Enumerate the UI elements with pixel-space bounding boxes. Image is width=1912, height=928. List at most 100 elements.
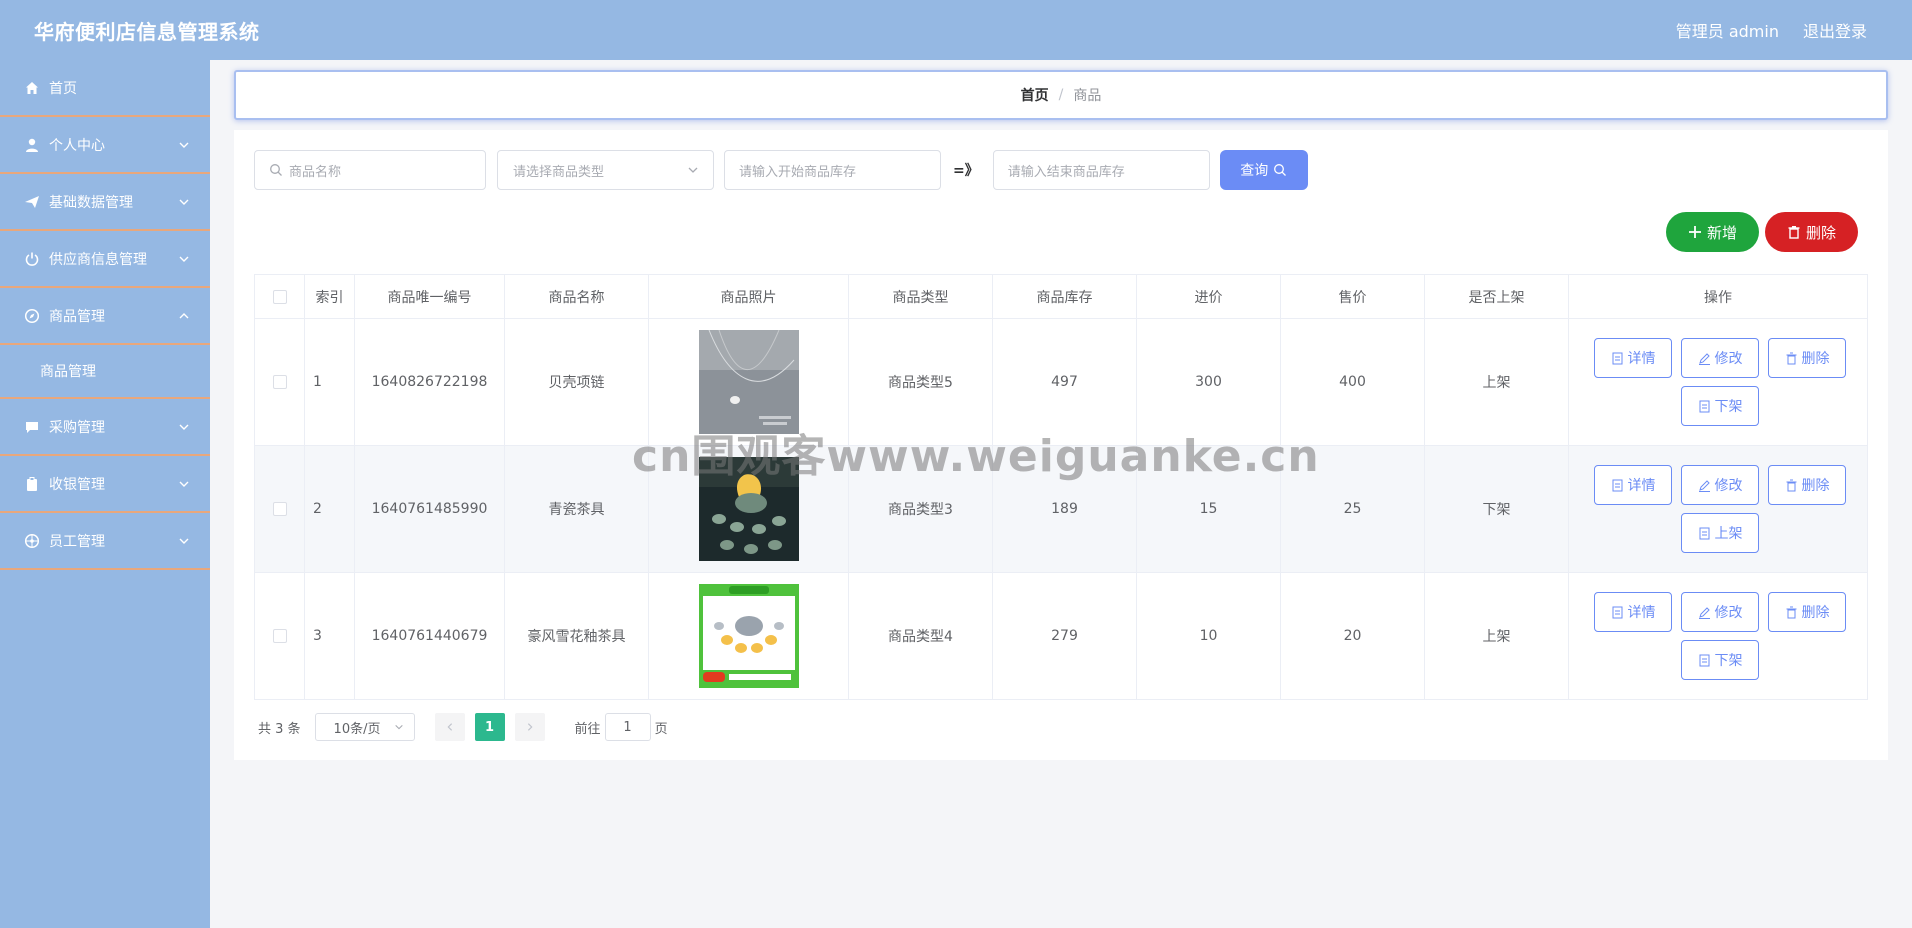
row-checkbox[interactable]	[272, 502, 287, 516]
edit-button[interactable]: 修改	[1681, 465, 1759, 505]
sidebar-item-profile[interactable]: 个人中心	[0, 117, 210, 174]
col-header: 商品照片	[648, 274, 849, 319]
header-actions: 管理员 admin 退出登录	[1676, 18, 1867, 42]
cell-index: 3	[304, 572, 355, 700]
plus-icon	[1688, 226, 1701, 238]
chevron-down-icon	[179, 142, 189, 148]
chevron-down-icon	[179, 538, 189, 544]
row-checkbox[interactable]	[272, 375, 287, 389]
stock-end-input[interactable]: 请输入结束商品库存	[992, 150, 1210, 190]
sidebar-item-cashier[interactable]: 收银管理	[0, 456, 210, 513]
cell-index: 2	[304, 445, 355, 573]
select-all-checkbox[interactable]	[272, 289, 287, 304]
sidebar-subitem-goods[interactable]: 商品管理	[0, 345, 210, 399]
search-icon	[270, 164, 282, 176]
breadcrumb: 首页 / 商品	[234, 70, 1888, 120]
goto-page: 前往 1 页	[575, 713, 668, 741]
col-header: 售价	[1280, 274, 1425, 319]
goods-table: 索引 商品唯一编号 商品名称 商品照片 商品类型 商品库存 进价 售价 是否上架…	[254, 274, 1868, 700]
goods-type-select[interactable]: 请选择商品类型	[497, 150, 714, 190]
cell-name: 青瓷茶具	[504, 445, 649, 573]
query-button[interactable]: 查询	[1219, 150, 1308, 190]
page-number-current[interactable]: 1	[474, 713, 505, 741]
add-label: 新增	[1706, 223, 1737, 242]
detail-button[interactable]: 详情	[1594, 592, 1672, 632]
row-select-cell	[254, 445, 305, 573]
col-header: 商品库存	[992, 274, 1137, 319]
sidebar-item-staff[interactable]: 员工管理	[0, 513, 210, 570]
product-photo-snow-tea-set[interactable]	[698, 584, 799, 688]
next-page-button[interactable]	[514, 713, 545, 741]
toggle-shelf-button[interactable]: 下架	[1681, 640, 1759, 680]
delete-button[interactable]: 删除	[1768, 592, 1846, 632]
toggle-shelf-label: 上架	[1714, 526, 1743, 542]
sidebar-item-label: 员工管理	[49, 533, 105, 550]
cell-price: 25	[1280, 445, 1425, 573]
breadcrumb-home[interactable]: 首页	[1021, 85, 1049, 105]
chevron-down-icon	[394, 724, 403, 730]
delete-button[interactable]: 删除	[1768, 465, 1846, 505]
stock-start-input[interactable]: 请输入开始商品库存	[724, 150, 941, 190]
cell-code: 1640761440679	[354, 572, 505, 700]
range-symbol: =》	[953, 163, 979, 179]
detail-button[interactable]: 详情	[1594, 338, 1672, 378]
toggle-shelf-button[interactable]: 上架	[1681, 513, 1759, 553]
admin-label[interactable]: 管理员 admin	[1676, 18, 1779, 42]
col-header: 索引	[304, 274, 355, 319]
sidebar-item-supplier[interactable]: 供应商信息管理	[0, 231, 210, 288]
chevron-down-icon	[179, 199, 189, 205]
col-header: 商品类型	[848, 274, 993, 319]
goto-label: 前往	[574, 721, 601, 737]
query-label: 查询	[1240, 163, 1269, 179]
detail-label: 详情	[1627, 605, 1656, 621]
sidebar-item-purchase[interactable]: 采购管理	[0, 399, 210, 456]
app-title: 华府便利店信息管理系统	[34, 19, 260, 44]
edit-label: 修改	[1714, 605, 1743, 621]
content-panel: 商品名称 请选择商品类型 请输入开始商品库存 =》 请输入结束商品库存 查询 新…	[234, 130, 1888, 760]
sidebar-item-home[interactable]: 首页	[0, 60, 210, 117]
edit-label: 修改	[1714, 351, 1743, 367]
edit-button[interactable]: 修改	[1681, 338, 1759, 378]
edit-label: 修改	[1714, 478, 1743, 494]
cell-photo	[648, 318, 849, 446]
goods-name-input[interactable]: 商品名称	[254, 150, 486, 190]
edit-icon	[1698, 352, 1710, 365]
edit-icon	[1698, 479, 1710, 492]
sidebar-item-label: 商品管理	[49, 308, 105, 325]
power-icon	[24, 251, 40, 267]
row-select-cell	[254, 572, 305, 700]
edit-icon	[1698, 606, 1710, 619]
sidebar-item-basic-data[interactable]: 基础数据管理	[0, 174, 210, 231]
chevron-down-icon	[688, 167, 698, 173]
product-photo-necklace[interactable]	[698, 330, 799, 434]
cell-name: 豪风雪花釉茶具	[504, 572, 649, 700]
row-checkbox[interactable]	[272, 629, 287, 643]
page-size-value: 10条/页	[333, 721, 381, 737]
sidebar-item-label: 首页	[49, 80, 77, 97]
sidebar-item-goods[interactable]: 商品管理	[0, 288, 210, 345]
user-icon	[24, 137, 40, 153]
logout-button[interactable]: 退出登录	[1803, 18, 1867, 42]
detail-button[interactable]: 详情	[1594, 465, 1672, 505]
wheel-icon	[24, 533, 40, 549]
prev-page-button[interactable]	[434, 713, 465, 741]
chevron-up-icon	[179, 312, 189, 318]
goto-page-input[interactable]: 1	[604, 713, 651, 741]
product-photo-tea-set[interactable]	[698, 457, 799, 561]
home-icon	[24, 80, 40, 96]
page-size-select[interactable]: 10条/页	[314, 713, 415, 741]
bulk-delete-button[interactable]: 删除	[1765, 212, 1858, 252]
delete-label: 删除	[1801, 478, 1830, 494]
edit-button[interactable]: 修改	[1681, 592, 1759, 632]
sidebar-item-label: 基础数据管理	[49, 194, 133, 211]
select-all-cell	[254, 274, 305, 319]
breadcrumb-current: 商品	[1073, 88, 1102, 104]
add-button[interactable]: 新增	[1666, 212, 1759, 252]
delete-button[interactable]: 删除	[1768, 338, 1846, 378]
stock-end-placeholder: 请输入结束商品库存	[1007, 164, 1125, 180]
cell-stock: 497	[992, 318, 1137, 446]
toggle-shelf-button[interactable]: 下架	[1681, 386, 1759, 426]
cell-name: 贝壳项链	[504, 318, 649, 446]
cell-cost: 15	[1136, 445, 1281, 573]
detail-label: 详情	[1627, 478, 1656, 494]
